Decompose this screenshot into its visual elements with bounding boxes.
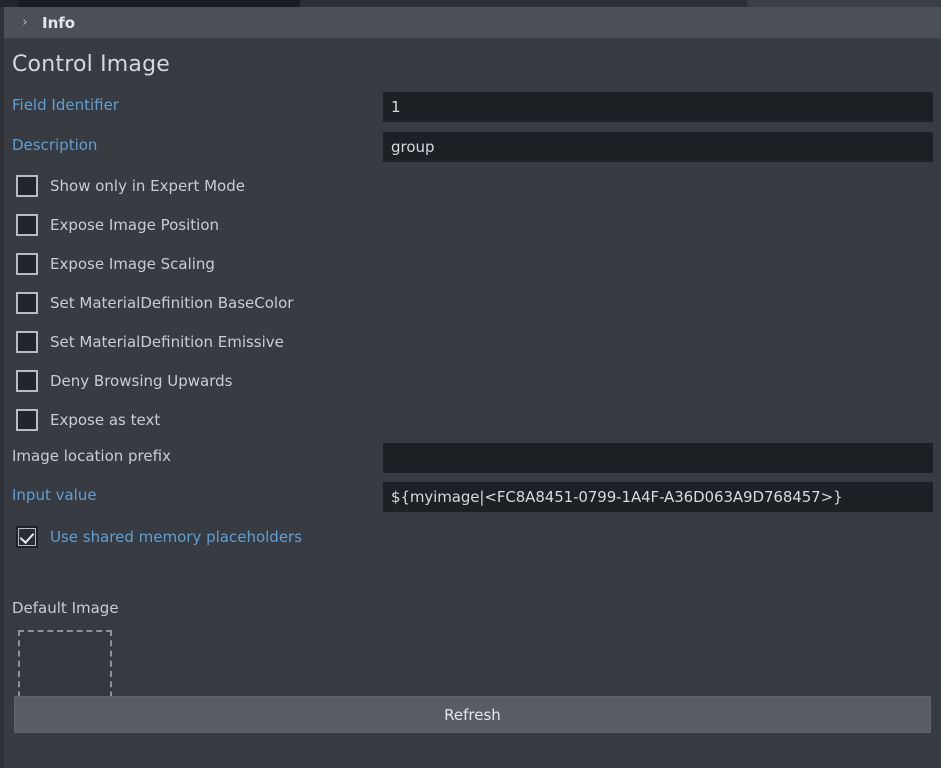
- info-section-title: Info: [42, 14, 75, 32]
- description-input[interactable]: group: [383, 132, 933, 162]
- checkbox-row-show-only-in-expert-mode[interactable]: Show only in Expert Mode: [4, 166, 941, 205]
- checkbox-row-set-materialdefinition-basecolor[interactable]: Set MaterialDefinition BaseColor: [4, 283, 941, 322]
- tab-strip-edge: [0, 0, 18, 7]
- refresh-button[interactable]: Refresh: [14, 696, 931, 733]
- checkbox-label-deny-browsing-upwards: Deny Browsing Upwards: [50, 372, 232, 390]
- field-row-description: Description group: [4, 132, 941, 164]
- checkbox-label-show-only-in-expert-mode: Show only in Expert Mode: [50, 177, 245, 195]
- checkbox-set-materialdefinition-emissive[interactable]: [16, 331, 38, 353]
- field-identifier-label: Field Identifier: [12, 96, 119, 114]
- checkbox-label-set-materialdefinition-basecolor: Set MaterialDefinition BaseColor: [50, 294, 293, 312]
- checkbox-label-expose-as-text: Expose as text: [50, 411, 160, 429]
- checkbox-deny-browsing-upwards[interactable]: [16, 370, 38, 392]
- default-image-label: Default Image: [12, 599, 119, 617]
- page-title: Control Image: [12, 52, 170, 77]
- image-location-prefix-input[interactable]: [383, 443, 933, 473]
- checkbox-label-set-materialdefinition-emissive: Set MaterialDefinition Emissive: [50, 333, 284, 351]
- tab-segment-1[interactable]: [18, 0, 300, 7]
- field-row-input-value: Input value ${myimage|<FC8A8451-0799-1A4…: [4, 482, 941, 514]
- chevron-right-icon[interactable]: ›: [18, 16, 32, 29]
- checkbox-row-set-materialdefinition-emissive[interactable]: Set MaterialDefinition Emissive: [4, 322, 941, 361]
- field-row-image-location-prefix: Image location prefix: [4, 443, 941, 475]
- checkbox-set-materialdefinition-basecolor[interactable]: [16, 292, 38, 314]
- image-location-prefix-label: Image location prefix: [12, 447, 171, 465]
- checkbox-row-deny-browsing-upwards[interactable]: Deny Browsing Upwards: [4, 361, 941, 400]
- checkbox-expose-image-position[interactable]: [16, 214, 38, 236]
- checkbox-expose-as-text[interactable]: [16, 409, 38, 431]
- info-section-header[interactable]: › Info: [4, 7, 941, 39]
- panel-content: Control Image Field Identifier 1 Descrip…: [4, 39, 941, 768]
- checkbox-row-expose-image-scaling[interactable]: Expose Image Scaling: [4, 244, 941, 283]
- control-image-panel: › Info Control Image Field Identifier 1 …: [0, 0, 941, 768]
- checkbox-row-expose-image-position[interactable]: Expose Image Position: [4, 205, 941, 244]
- tab-segment-3[interactable]: [747, 0, 941, 7]
- input-value-label: Input value: [12, 486, 97, 504]
- tab-segment-2[interactable]: [302, 0, 745, 7]
- checkbox-show-only-in-expert-mode[interactable]: [16, 175, 38, 197]
- checkbox-row-expose-as-text[interactable]: Expose as text: [4, 400, 941, 439]
- checkbox-use-shared-memory-placeholders[interactable]: [16, 526, 38, 548]
- input-value-input[interactable]: ${myimage|<FC8A8451-0799-1A4F-A36D063A9D…: [383, 482, 933, 512]
- checkbox-label-expose-image-scaling: Expose Image Scaling: [50, 255, 215, 273]
- field-row-field-identifier: Field Identifier 1: [4, 92, 941, 124]
- checkbox-expose-image-scaling[interactable]: [16, 253, 38, 275]
- checkbox-label-use-shared-memory-placeholders: Use shared memory placeholders: [50, 528, 302, 546]
- tab-strip: [0, 0, 941, 7]
- field-identifier-input[interactable]: 1: [383, 92, 933, 122]
- description-label: Description: [12, 136, 97, 154]
- checkbox-row-use-shared-memory-placeholders[interactable]: Use shared memory placeholders: [4, 517, 941, 556]
- checkbox-label-expose-image-position: Expose Image Position: [50, 216, 219, 234]
